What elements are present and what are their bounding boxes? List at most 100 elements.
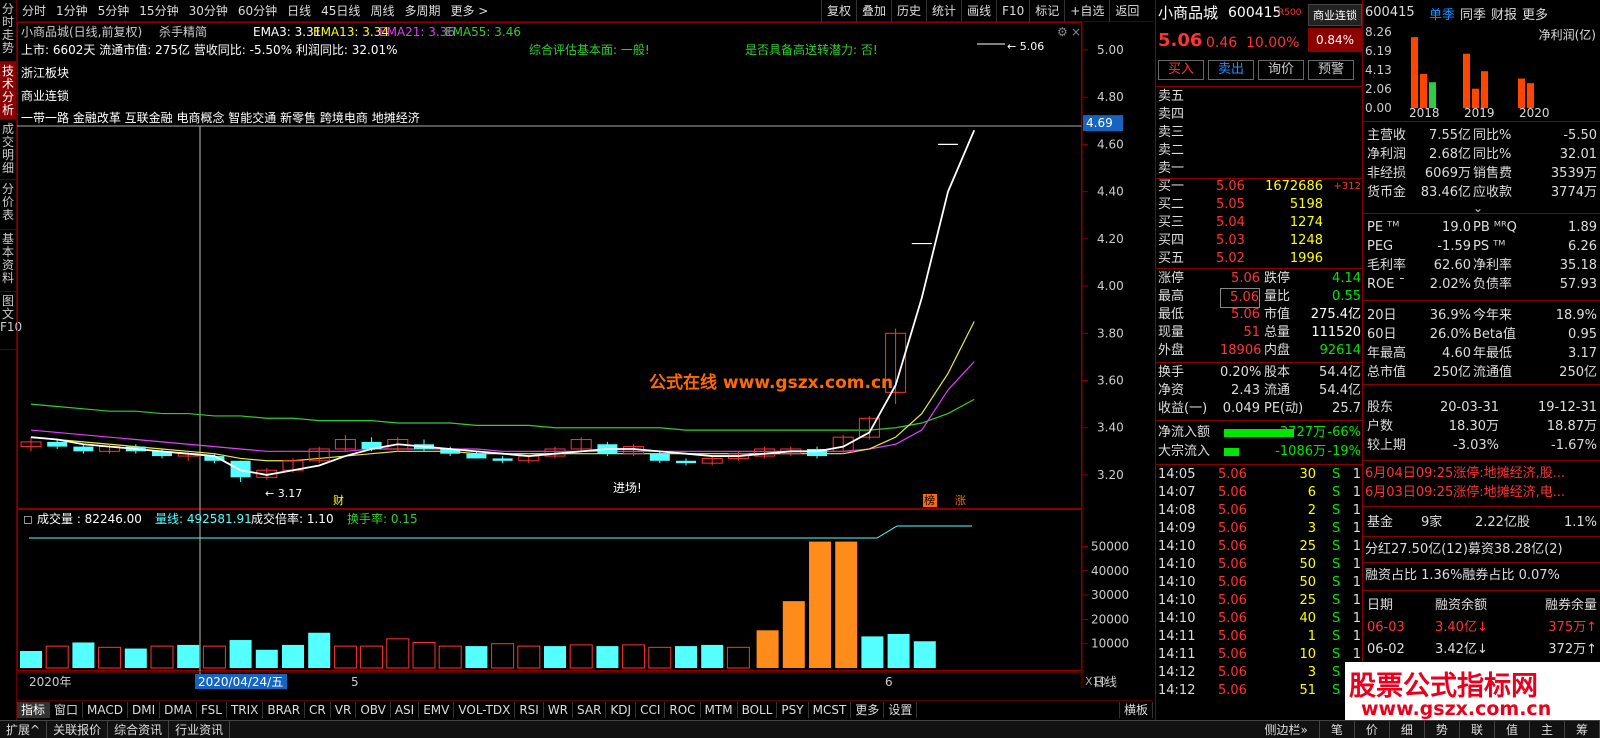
status-right-item-0[interactable]: 侧边栏» [1254, 721, 1320, 738]
period-item-9[interactable]: 多周期 [399, 2, 445, 19]
left-tab-4[interactable]: 基本资料 [0, 230, 16, 292]
trade-button-2[interactable]: 询价 [1258, 60, 1304, 80]
status-right-item-6[interactable]: 值 [1495, 721, 1530, 738]
period-item-7[interactable]: 45日线 [316, 2, 365, 19]
fin-tab-3[interactable]: 更多 [1522, 4, 1548, 23]
tick-price: 5.06 [1218, 629, 1247, 644]
period-item-4[interactable]: 30分钟 [184, 2, 233, 19]
perf-row-value: 36.9% [1429, 308, 1471, 323]
status-item-1[interactable]: 关联报价 [47, 721, 109, 738]
left-tab-3[interactable]: 分价表 [0, 180, 16, 230]
perf-row-label: 流通值 [1473, 365, 1513, 380]
period-item-8[interactable]: 周线 [365, 2, 399, 19]
potential-label: 是否具备高送转潜力: 否! [745, 42, 878, 57]
indicator-tab-3[interactable]: DMI [128, 701, 161, 718]
ask-label: 卖五 [1158, 89, 1185, 104]
chart-canvas[interactable]: 5.00 4.80 4.60 4.40 4.20 4.00 3.80 3.60 3.40 3.20… [17, 22, 1153, 696]
indicator-tab-17[interactable]: KDJ [606, 701, 637, 718]
sector-button[interactable]: 商业连锁 [1308, 4, 1362, 26]
toolbar-right-1[interactable]: 叠加 [856, 0, 891, 22]
news-item[interactable]: 6月03日09:25涨停:地摊经济,电... [1365, 483, 1599, 502]
indicator-tab-7[interactable]: BRAR [263, 701, 306, 718]
y-tick-label: 3.40 [1097, 421, 1124, 435]
indicator-tab-20[interactable]: MTM [701, 701, 738, 718]
indicator-tab-4[interactable]: DMA [160, 701, 197, 718]
status-right-item-4[interactable]: 势 [1425, 721, 1460, 738]
indicator-tab-8[interactable]: CR [305, 701, 331, 718]
x-label-year: 2020年 [29, 675, 72, 689]
indicator-tab-2[interactable]: MACD [83, 701, 129, 718]
status-right-item-8[interactable]: 筹 [1565, 721, 1600, 738]
stat-label: 涨停 [1158, 271, 1185, 286]
period-item-1[interactable]: 1分钟 [51, 2, 93, 19]
val-row-label: 负债率 [1473, 277, 1513, 292]
status-right-item-1[interactable]: 笔 [1320, 721, 1355, 738]
close-icon: × [1071, 25, 1081, 39]
news-item[interactable]: 6月04日09:25涨停:地摊经济,股... [1365, 464, 1599, 483]
toolbar-right-7[interactable]: +自选 [1064, 0, 1109, 22]
tick-time: 14:07 [1158, 485, 1196, 500]
indicator-tab-19[interactable]: ROC [665, 701, 701, 718]
toolbar-right-4[interactable]: 画线 [961, 0, 996, 22]
period-item-0[interactable]: 分时 [17, 2, 51, 19]
indicator-tab-25[interactable]: 设置 [884, 701, 918, 718]
status-right-item-7[interactable]: 主 [1530, 721, 1565, 738]
left-tab-0[interactable]: 分时走势 [0, 0, 16, 62]
fund-shares: 2.22亿股 [1475, 515, 1530, 530]
fin-tab-2[interactable]: 财报 [1491, 4, 1517, 23]
indicator-tab-6[interactable]: TRIX [227, 701, 264, 718]
indicator-tab-16[interactable]: SAR [573, 701, 607, 718]
indicator-tab-1[interactable]: 窗口 [50, 701, 84, 718]
status-item-3[interactable]: 行业资讯 [169, 721, 231, 738]
period-item-10[interactable]: 更多 > [445, 2, 493, 19]
trade-button-0[interactable]: 买入 [1158, 60, 1204, 80]
indicator-tab-24[interactable]: 更多 [851, 701, 885, 718]
left-tab-1[interactable]: 技术分析 [0, 62, 16, 120]
toolbar-right-6[interactable]: 标记 [1029, 0, 1064, 22]
indicator-tab-9[interactable]: VR [331, 701, 357, 718]
stat2-value: 2.43 [1231, 383, 1260, 398]
profit-bar [1411, 37, 1418, 108]
indicator-tab-22[interactable]: PSY [777, 701, 809, 718]
indicator-tab-18[interactable]: CCI [636, 701, 666, 718]
indicator-tab-14[interactable]: RSI [515, 701, 544, 718]
period-item-5[interactable]: 60分钟 [233, 2, 282, 19]
kline-chart-area[interactable]: 5.00 4.80 4.60 4.40 4.20 4.00 3.80 3.60 3.40 3.20… [17, 22, 1153, 696]
period-item-6[interactable]: 日线 [282, 2, 316, 19]
toolbar-right-0[interactable]: 复权 [821, 0, 856, 22]
volume-bar [72, 642, 95, 668]
trade-button-1[interactable]: 卖出 [1208, 60, 1254, 80]
toolbar-right-5[interactable]: F10 [996, 0, 1029, 22]
indicator-tab-15[interactable]: WR [544, 701, 574, 718]
toolbar-right-2[interactable]: 历史 [891, 0, 926, 22]
period-item-3[interactable]: 15分钟 [134, 2, 183, 19]
indicator-tab-23[interactable]: MCST [809, 701, 852, 718]
indicator-tab-10[interactable]: OBV [356, 701, 391, 718]
indicator-tab-21[interactable]: BOLL [738, 701, 778, 718]
toolbar-right-8[interactable]: 返回 [1109, 0, 1144, 22]
fin-tab-1[interactable]: 同季 [1460, 4, 1486, 23]
left-tab-2[interactable]: 成交明细 [0, 120, 16, 180]
status-item-2[interactable]: 综合资讯 [108, 721, 170, 738]
toolbar-right-3[interactable]: 统计 [926, 0, 961, 22]
stat-label: 量比 [1264, 289, 1291, 304]
left-tab-bar: 分时走势 技术分析 成交明细 分价表 基本资料 图文F10 [0, 0, 22, 720]
indicator-tab-5[interactable]: FSL [197, 701, 227, 718]
status-right-item-3[interactable]: 细 [1390, 721, 1425, 738]
fin-row-value: 32.01 [1559, 147, 1597, 162]
tick-side: S [1332, 629, 1341, 644]
indicator-tab-12[interactable]: EMV [419, 701, 455, 718]
trade-button-3[interactable]: 预警 [1308, 60, 1354, 80]
indicator-tab-0[interactable]: 指标 [17, 701, 51, 718]
left-tab-5[interactable]: 图文F10 [0, 292, 22, 350]
period-item-2[interactable]: 5分钟 [93, 2, 135, 19]
fin-tab-0[interactable]: 单季 [1429, 4, 1455, 23]
divider [1156, 464, 1363, 465]
status-right-item-2[interactable]: 价 [1355, 721, 1390, 738]
tick-volume: 25 [1299, 539, 1316, 554]
status-item-0[interactable]: 扩展^ [0, 721, 48, 738]
indicator-tab-13[interactable]: VOL-TDX [454, 701, 516, 718]
status-right-item-5[interactable]: 联 [1460, 721, 1495, 738]
indicator-tab-11[interactable]: ASI [391, 701, 420, 718]
landscape-tab[interactable]: 横板 [1118, 701, 1153, 718]
